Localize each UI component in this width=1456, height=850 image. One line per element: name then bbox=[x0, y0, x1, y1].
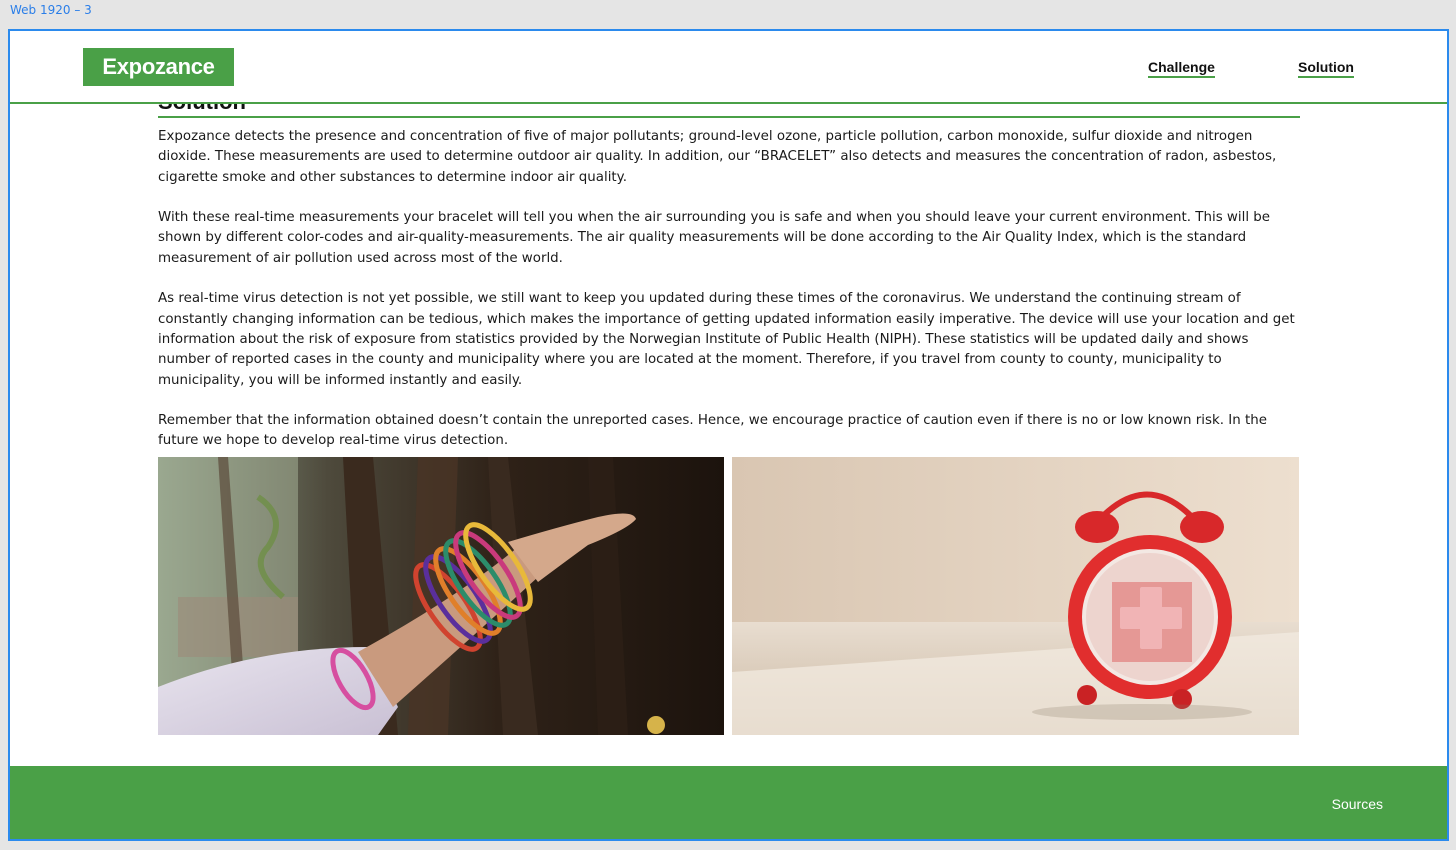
logo[interactable]: Expozance bbox=[83, 48, 234, 86]
sources-link[interactable]: Sources bbox=[1332, 796, 1383, 812]
paragraph: Expozance detects the presence and conce… bbox=[158, 129, 1277, 185]
paragraph: As real-time virus detection is not yet … bbox=[158, 291, 1295, 388]
content-text: Expozance detects the presence and conce… bbox=[158, 127, 1304, 472]
nav-link-challenge[interactable]: Challenge bbox=[1148, 59, 1215, 78]
artboard-label: Web 1920 – 3 bbox=[10, 3, 92, 17]
paragraph: With these real-time measurements your b… bbox=[158, 210, 1271, 266]
paragraph: Remember that the information obtained d… bbox=[158, 413, 1267, 449]
hand-with-bangles-photo bbox=[158, 457, 724, 735]
footer: Sources bbox=[10, 766, 1447, 839]
nav-link-solution[interactable]: Solution bbox=[1298, 59, 1354, 78]
page-frame: Expozance Challenge Solution Solution Ex… bbox=[8, 29, 1449, 841]
header: Expozance Challenge Solution bbox=[10, 31, 1447, 104]
red-alarm-clock-photo bbox=[732, 457, 1299, 735]
